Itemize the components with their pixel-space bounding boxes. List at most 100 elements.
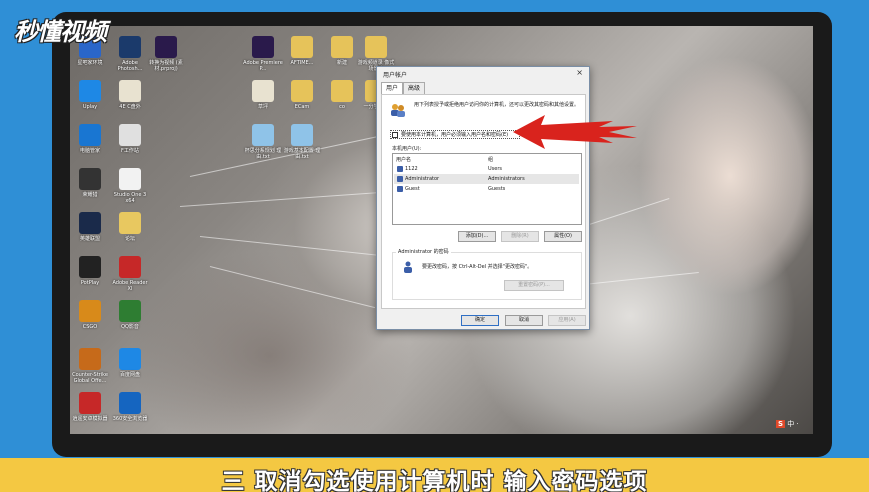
user-icon [397,176,403,182]
desktop-icon[interactable]: Counter-Strike Global Offe... [70,348,110,384]
user-group: Users [488,166,503,172]
require-password-label[interactable]: 要使用本计算机，用户必须输入用户名和密码(E) [401,131,508,139]
reset-password-button[interactable]: 重置密码(P)... [504,280,564,291]
user-accounts-dialog: 用户帐户 × 用户 高级 用下列表授予或拒绝用户访问你的计算机，还可以更改其密码… [376,66,590,330]
caption-text: 三 取消勾选使用计算机时 输入密码选项 [221,469,648,492]
desktop-icon[interactable]: AFTIME... [282,36,322,66]
column-header-username[interactable]: 用户名 [396,156,411,163]
browser-icon [119,392,141,414]
folder-icon [365,36,387,58]
desktop-icon[interactable]: Studio One 3 x64 [110,168,150,204]
app-icon [119,124,141,146]
password-section-title: Administrator 的密码 [396,248,451,255]
desktop-icon[interactable]: 百度网盘 [110,348,150,378]
close-icon[interactable]: × [576,68,583,77]
desktop-icon-label: Adobe Photosh... [117,60,143,72]
desktop-icon[interactable]: 游戏基本配置 理由.txt [282,124,322,160]
desktop-icon[interactable]: CSGO [70,300,110,330]
local-users-list[interactable]: 用户名 组 1122 Users Administrator Administr… [392,153,582,225]
desktop-icon-label: 荣耀猎 [82,192,98,198]
require-password-checkbox[interactable] [392,132,398,138]
user-name: 1122 [405,166,418,172]
photoshop-icon [119,36,141,58]
desktop-icon[interactable]: 4E C盘外 [110,80,150,110]
intro-text: 用下列表授予或拒绝用户访问你的计算机，还可以更改其密码和其他设置。 [414,102,580,108]
emulator-icon [79,392,101,414]
user-name: Administrator [405,176,440,182]
desktop-icon[interactable]: 荣耀猎 [70,168,110,198]
folder-icon [331,80,353,102]
desktop-icon-label: AFTIME... [290,60,314,66]
desktop-icon-label: 论坛 [124,236,135,242]
desktop-icon-label: PotPlay [80,280,100,286]
desktop-icon-label: Uplay [82,104,98,110]
properties-button[interactable]: 属性(O) [544,231,582,242]
tab-advanced[interactable]: 高级 [403,82,426,94]
wallpaper-detail [209,266,376,309]
premiere-icon [252,36,274,58]
ime-text[interactable]: 中 · [787,420,798,428]
shield-icon [79,124,101,146]
table-row[interactable]: Administrator Administrators [394,174,579,184]
game-icon [79,168,101,190]
desktop-icon[interactable]: 电脑管家 [70,124,110,154]
desktop-icon[interactable]: 360安全浏览器 [110,392,150,422]
cs-icon [79,348,101,370]
desktop-icon-label: 英雄联盟 [79,236,100,242]
folder-icon [119,80,141,102]
desktop-icon[interactable]: 英雄联盟 [70,212,110,242]
column-header-group[interactable]: 组 [488,156,493,163]
desktop-icon[interactable]: 逍遥安卓模拟器 [70,392,110,422]
table-row[interactable]: Guest Guests [394,184,579,194]
desktop-icon-label: QQ影音 [121,324,139,330]
desktop-icon[interactable]: 论坛 [110,212,150,242]
desktop-icon-label: 百度网盘 [119,372,140,378]
desktop-icon[interactable]: 转换为视频 (素材.prproj) [146,36,186,72]
wallpaper-detail [179,191,390,207]
cancel-button[interactable]: 取消 [505,315,543,326]
user-name: Guest [405,186,420,192]
desktop-icon[interactable]: 杯思分系规划 理由.txt [243,124,283,160]
user-icon [397,166,403,172]
red-arrow-icon [513,115,637,149]
desktop-icon[interactable]: Uplay [70,80,110,110]
remove-user-button[interactable]: 删除(R) [501,231,539,242]
desktop-icon[interactable]: Adobe Reader XI [110,256,150,292]
txt-icon [291,124,313,146]
studio-one-icon [119,168,141,190]
apply-button[interactable]: 应用(A) [548,315,586,326]
folder-icon [291,80,313,102]
user-group: Administrators [488,176,525,182]
desktop-icon[interactable]: F工作站 [110,124,150,154]
desktop-icon[interactable]: PotPlay [70,256,110,286]
desktop-icon-label: 360安全浏览器 [112,416,148,422]
desktop-icon-label: Adobe Premiere P... [243,60,283,72]
table-row[interactable]: 1122 Users [394,164,579,174]
folder-icon [331,36,353,58]
desktop-icon-label: 杯思分系规划 理由.txt [244,148,282,160]
password-groupbox [392,252,582,300]
require-password-option[interactable]: 要使用本计算机，用户必须输入用户名和密码(E) [390,130,520,139]
desktop-icon[interactable]: ECam [282,80,322,110]
desktop-icon-label: 草坪 [257,104,268,110]
password-instructions: 要更改密码，按 Ctrl-Alt-Del 并选择"更改密码"。 [422,264,533,270]
lol-icon [79,212,101,234]
user-keys-icon [404,261,412,273]
desktop-icon-label: 4E C盘外 [119,104,141,110]
ime-badge[interactable]: S [776,420,786,428]
wallpaper-detail [199,236,390,257]
desktop-icon[interactable]: Adobe Photosh... [110,36,150,72]
desktop-icon-label: F工作站 [121,148,139,154]
desktop-icon[interactable]: QQ影音 [110,300,150,330]
txt-icon [252,124,274,146]
add-user-button[interactable]: 添加(D)... [458,231,496,242]
desktop-icon[interactable]: 草坪 [243,80,283,110]
local-users-label: 本机用户(U): [392,146,422,152]
tab-users[interactable]: 用户 [381,82,404,94]
desktop-icon[interactable]: Adobe Premiere P... [243,36,283,72]
system-tray[interactable]: S 中 · [776,419,799,429]
desktop-icon-label: 逍遥安卓模拟器 [72,416,108,422]
uplay-icon [79,80,101,102]
user-group: Guests [488,186,506,192]
ok-button[interactable]: 确定 [461,315,499,326]
